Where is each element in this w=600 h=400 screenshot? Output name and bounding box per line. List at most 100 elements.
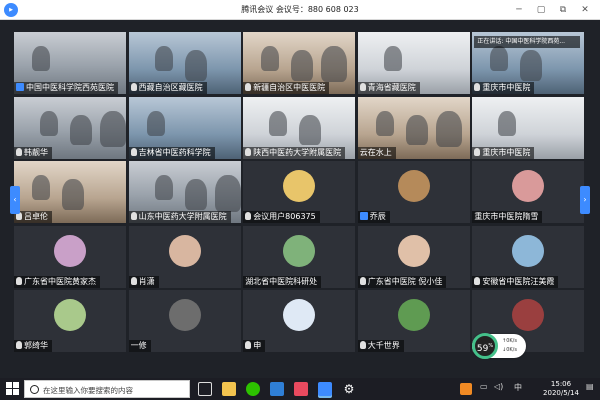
download-speed: 0K/s xyxy=(506,347,517,353)
cortana-icon xyxy=(30,385,39,394)
participant-tile[interactable]: 湖北省中医院科研处 xyxy=(243,225,356,288)
search-placeholder: 在这里输入你要搜索的内容 xyxy=(43,386,133,395)
microphone-icon xyxy=(474,83,481,91)
video-feed-silhouette xyxy=(32,175,50,201)
volume-icon[interactable]: ◁) xyxy=(494,382,503,391)
participant-name-label: 重庆市中医院隋雪 xyxy=(472,211,543,224)
video-feed-silhouette xyxy=(184,179,207,210)
previous-page-arrow-icon[interactable]: ‹ xyxy=(10,186,20,214)
video-feed-silhouette xyxy=(321,46,348,83)
microphone-icon xyxy=(245,341,252,350)
tencent-meeting-icon[interactable] xyxy=(318,382,332,396)
participant-name: 韩靓华 xyxy=(24,147,48,157)
participant-tile[interactable]: 青海省藏医院 xyxy=(357,32,470,94)
participant-avatar xyxy=(283,170,316,203)
participant-avatar xyxy=(168,234,201,267)
host-icon xyxy=(16,83,24,91)
video-feed-silhouette xyxy=(291,50,314,81)
participant-avatar xyxy=(512,299,545,332)
notification-icon[interactable]: ▤ xyxy=(586,382,594,391)
restore-icon[interactable]: ⧉ xyxy=(556,3,570,17)
participant-tile[interactable]: 乔辰 xyxy=(357,161,470,224)
participant-tile[interactable]: 新疆自治区中医医院 xyxy=(243,32,356,94)
maximize-icon[interactable]: ▢ xyxy=(534,3,548,17)
participant-name: 吉林省中医药科学院 xyxy=(138,147,211,157)
participant-avatar xyxy=(283,234,316,267)
participant-name-label: 重庆市中医院 xyxy=(472,82,535,94)
participant-tile[interactable]: 广东省中医院黄家杰 xyxy=(14,225,126,288)
participant-avatar xyxy=(512,170,545,203)
windows-taskbar: 在这里输入你要搜索的内容 ⚙ ▭ ◁) 中 15:06 2020/5/14 ▤ xyxy=(0,378,600,400)
microphone-icon xyxy=(130,83,137,91)
ime-mode[interactable]: 中 xyxy=(514,382,522,393)
upload-speed: 0K/s xyxy=(506,338,517,344)
taskbar-search-box[interactable]: 在这里输入你要搜索的内容 xyxy=(24,380,190,398)
network-icon[interactable]: ▭ xyxy=(480,382,488,391)
participant-name: 新疆自治区中医医院 xyxy=(253,83,326,92)
participant-avatar xyxy=(397,170,430,203)
video-feed-silhouette xyxy=(520,50,543,81)
participant-name-label: 广东省中医院 倪小佳 xyxy=(357,275,447,288)
participant-tile[interactable]: 大千世界 xyxy=(357,290,470,353)
participant-tile[interactable]: 郭绮华 xyxy=(14,290,126,353)
microphone-icon xyxy=(16,276,22,285)
video-feed-silhouette xyxy=(261,46,280,72)
participant-tile[interactable]: 一修 xyxy=(128,290,241,353)
task-view-icon[interactable] xyxy=(198,382,212,396)
photos-icon[interactable] xyxy=(294,382,308,396)
participant-tile[interactable]: 会议用户806375 xyxy=(243,161,356,224)
participant-tile[interactable]: 山东中医药大学附属医院 xyxy=(128,161,241,224)
participant-tile[interactable]: 广东省中医院 倪小佳 xyxy=(357,225,470,288)
windows-start-icon[interactable] xyxy=(6,382,20,396)
participant-tile[interactable]: 安徽省中医院汪美霞 xyxy=(472,225,585,288)
video-feed-silhouette xyxy=(184,50,207,81)
minimize-icon[interactable]: ─ xyxy=(512,3,526,17)
participant-name-label: 广东省中医院黄家杰 xyxy=(14,275,100,288)
video-feed-silhouette xyxy=(214,175,241,212)
participant-name: 广东省中医院 倪小佳 xyxy=(367,276,443,286)
participant-tile[interactable]: 西藏自治区藏医院 xyxy=(128,32,241,94)
participant-tile[interactable]: 云在水上 xyxy=(357,96,470,159)
microphone-icon xyxy=(245,212,252,221)
next-page-arrow-icon[interactable]: › xyxy=(580,186,590,214)
participant-tile[interactable]: 陕西中医药大学附属医院 xyxy=(243,96,356,159)
participant-avatar xyxy=(397,299,430,332)
participant-tile[interactable]: 申 xyxy=(243,290,356,353)
participant-name: 重庆市中医院 xyxy=(482,83,531,92)
participant-tile[interactable]: 吕卓伦 xyxy=(14,161,126,224)
participant-tile[interactable]: 重庆市中医院 xyxy=(472,96,585,159)
video-feed-silhouette xyxy=(383,46,402,72)
clock-time: 15:06 xyxy=(550,380,572,388)
file-explorer-icon[interactable] xyxy=(222,382,236,396)
participant-name-label: 乔辰 xyxy=(357,211,390,224)
participant-name-label: 云在水上 xyxy=(357,146,396,159)
participant-avatar xyxy=(397,234,430,267)
participant-tile[interactable]: 韩靓华 xyxy=(14,96,126,159)
settings-icon[interactable]: ⚙ xyxy=(342,382,356,396)
participant-name: 一修 xyxy=(130,341,147,351)
close-icon[interactable]: ✕ xyxy=(578,3,592,17)
sogou-ime-icon[interactable] xyxy=(460,383,472,395)
participant-tile[interactable]: 肖潇 xyxy=(128,225,241,288)
participant-tile[interactable]: 吉林省中医药科学院 xyxy=(128,96,241,159)
microphone-icon xyxy=(130,212,137,221)
participant-name: 肖潇 xyxy=(138,276,155,286)
network-score-ring: 59% xyxy=(472,333,498,359)
video-feed-silhouette xyxy=(498,110,517,136)
microphone-icon xyxy=(16,341,22,350)
participant-name-label: 重庆市中医院 xyxy=(472,146,535,159)
participant-tile[interactable]: 重庆市中医院隋雪 xyxy=(472,161,585,224)
participant-tile[interactable]: 重庆市中医院 正在讲话: 中国中医科学院西苑... xyxy=(472,32,585,94)
participant-name: 申 xyxy=(253,341,262,351)
wechat-icon[interactable] xyxy=(246,382,260,396)
participant-name: 郭绮华 xyxy=(24,341,48,351)
participant-name-label: 郭绮华 xyxy=(14,340,52,353)
host-icon xyxy=(359,212,368,221)
edge-icon[interactable] xyxy=(270,382,284,396)
video-feed-silhouette xyxy=(146,110,165,136)
taskbar-clock[interactable]: 15:06 2020/5/14 xyxy=(540,380,582,398)
network-status-widget[interactable]: 59% ↑0K/s ↓0K/s xyxy=(472,333,526,359)
participant-name-label: 吉林省中医药科学院 xyxy=(128,146,215,159)
participant-name: 会议用户806375 xyxy=(253,212,316,222)
participant-tile[interactable]: 中国中医科学院西苑医院 xyxy=(14,32,126,94)
